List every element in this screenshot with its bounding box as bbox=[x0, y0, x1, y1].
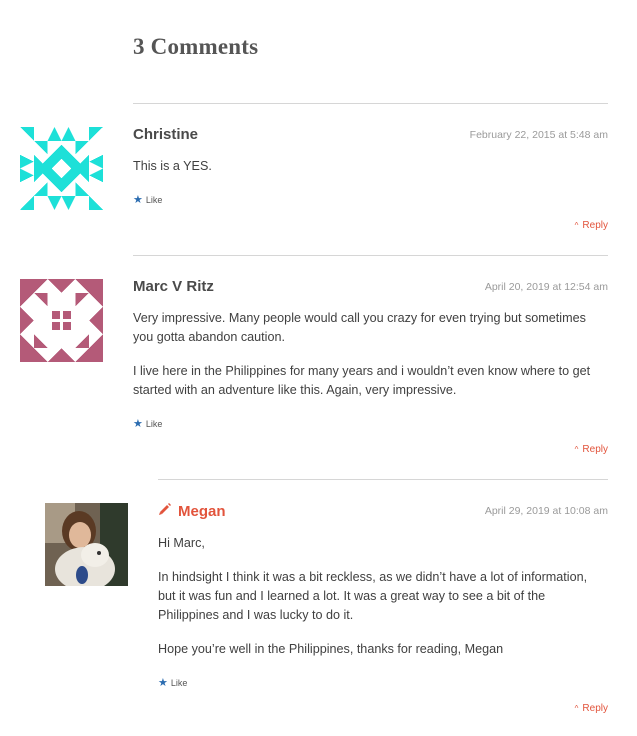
reply-arrow-icon: ^ bbox=[574, 704, 579, 713]
reply-button[interactable]: ^ Reply bbox=[575, 703, 608, 714]
like-button[interactable]: ★ Like bbox=[133, 417, 162, 430]
comments-heading: 3 Comments bbox=[133, 34, 259, 59]
comment-date[interactable]: April 20, 2019 at 12:54 am bbox=[485, 281, 608, 293]
reply-label: Reply bbox=[582, 220, 608, 231]
like-button[interactable]: ★ Like bbox=[133, 193, 162, 206]
avatar-photo bbox=[45, 503, 128, 586]
comment-paragraph: Hope you’re well in the Philippines, tha… bbox=[158, 642, 504, 656]
star-icon: ★ bbox=[158, 677, 168, 689]
pencil-icon bbox=[158, 502, 172, 520]
like-label: Like bbox=[145, 418, 163, 429]
comment-paragraph: This is a YES. bbox=[133, 159, 212, 173]
like-label: Like bbox=[170, 677, 188, 688]
comment-body: This is a YES. bbox=[133, 157, 608, 191]
star-icon: ★ bbox=[133, 194, 143, 206]
comment-paragraph: I live here in the Philippines for many … bbox=[133, 364, 591, 397]
like-button[interactable]: ★ Like bbox=[158, 676, 187, 689]
avatar[interactable] bbox=[20, 127, 103, 210]
star-icon: ★ bbox=[133, 418, 143, 430]
comment-date[interactable]: February 22, 2015 at 5:48 am bbox=[470, 129, 608, 141]
comment-author[interactable]: Marc V Ritz bbox=[133, 278, 214, 295]
reply-arrow-icon: ^ bbox=[574, 445, 579, 454]
comment-author[interactable]: Christine bbox=[133, 126, 198, 143]
comment-body: Hi Marc, In hindsight I think it was a b… bbox=[158, 534, 608, 674]
reply-label: Reply bbox=[582, 444, 608, 455]
comment-divider bbox=[158, 479, 608, 480]
comment-divider bbox=[133, 255, 608, 256]
avatar[interactable] bbox=[20, 279, 103, 362]
comment-date[interactable]: April 29, 2019 at 10:08 am bbox=[485, 505, 608, 517]
comment-author-name: Megan bbox=[178, 502, 226, 520]
identicon-image bbox=[20, 127, 103, 210]
comment-paragraph: In hindsight I think it was a bit reckle… bbox=[158, 570, 588, 622]
reply-label: Reply bbox=[582, 703, 608, 714]
like-label: Like bbox=[145, 194, 163, 205]
identicon-image bbox=[20, 279, 103, 362]
reply-button[interactable]: ^ Reply bbox=[575, 444, 608, 455]
comment-paragraph: Very impressive. Many people would call … bbox=[133, 311, 586, 344]
reply-arrow-icon: ^ bbox=[574, 221, 579, 230]
comment-author[interactable]: Megan bbox=[158, 502, 226, 520]
comment-body: Very impressive. Many people would call … bbox=[133, 309, 608, 415]
comment-paragraph: Hi Marc, bbox=[158, 536, 205, 550]
avatar[interactable] bbox=[45, 503, 128, 586]
comment-divider bbox=[133, 103, 608, 104]
reply-button[interactable]: ^ Reply bbox=[575, 220, 608, 231]
